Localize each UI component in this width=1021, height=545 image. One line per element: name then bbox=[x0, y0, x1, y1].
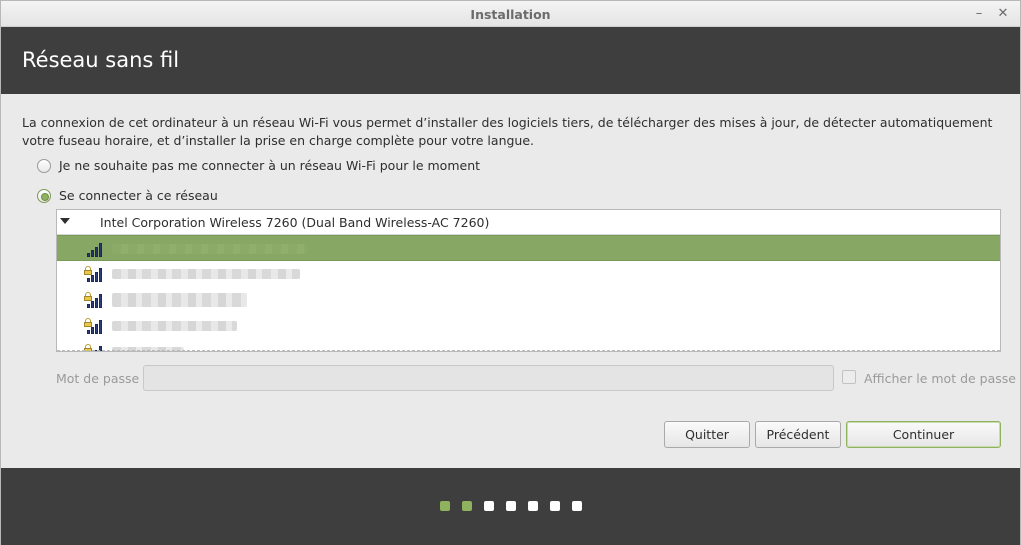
expander-arrow-icon[interactable] bbox=[60, 218, 70, 224]
lock-icon bbox=[84, 318, 92, 327]
show-password-checkbox[interactable] bbox=[842, 370, 856, 384]
connect-network-radio[interactable] bbox=[37, 188, 51, 203]
lock-icon bbox=[84, 266, 92, 275]
progress-dots bbox=[440, 501, 594, 511]
close-icon[interactable]: ✕ bbox=[993, 4, 1013, 24]
continue-button[interactable]: Continuer bbox=[846, 421, 1001, 448]
network-name-redacted bbox=[112, 321, 237, 331]
progress-step-dot bbox=[506, 501, 516, 511]
wifi-secure-icon bbox=[84, 292, 104, 308]
page-title: Réseau sans fil bbox=[22, 48, 180, 72]
network-row[interactable] bbox=[57, 235, 1000, 261]
progress-step-dot bbox=[440, 501, 450, 511]
network-row[interactable] bbox=[57, 287, 1000, 313]
no-wifi-label: Je ne souhaite pas me connecter à un rés… bbox=[59, 158, 481, 173]
installer-window: Installation – ✕ Réseau sans fil La conn… bbox=[0, 0, 1021, 545]
previous-button[interactable]: Précédent bbox=[755, 421, 841, 448]
progress-step-dot bbox=[550, 501, 560, 511]
titlebar[interactable]: Installation – ✕ bbox=[1, 1, 1020, 27]
wifi-secure-icon bbox=[84, 318, 104, 334]
progress-step-dot bbox=[462, 501, 472, 511]
network-list[interactable]: Intel Corporation Wireless 7260 (Dual Ba… bbox=[56, 209, 1001, 352]
adapter-label: Intel Corporation Wireless 7260 (Dual Ba… bbox=[100, 215, 490, 230]
network-row[interactable] bbox=[57, 261, 1000, 287]
wifi-secure-icon bbox=[84, 266, 104, 282]
lock-icon bbox=[84, 292, 92, 301]
description-text: La connexion de cet ordinateur à un rése… bbox=[22, 115, 993, 148]
page-header: Réseau sans fil bbox=[1, 27, 1020, 94]
connect-network-label: Se connecter à ce réseau bbox=[59, 188, 218, 203]
connect-network-option[interactable]: Se connecter à ce réseau bbox=[37, 188, 218, 203]
adapter-row[interactable]: Intel Corporation Wireless 7260 (Dual Ba… bbox=[57, 210, 1000, 235]
progress-step-dot bbox=[528, 501, 538, 511]
no-wifi-option[interactable]: Je ne souhaite pas me connecter à un rés… bbox=[37, 158, 480, 173]
show-password-label: Afficher le mot de passe bbox=[864, 371, 1016, 386]
window-title: Installation bbox=[470, 7, 551, 22]
list-scroll-edge bbox=[57, 350, 1000, 351]
password-label: Mot de passe : bbox=[56, 371, 148, 386]
network-name-redacted bbox=[112, 269, 300, 279]
network-name-redacted bbox=[112, 244, 307, 254]
wifi-signal-icon bbox=[84, 241, 104, 257]
network-name-redacted bbox=[112, 293, 247, 307]
progress-step-dot bbox=[572, 501, 582, 511]
quit-button[interactable]: Quitter bbox=[664, 421, 750, 448]
footer-bar bbox=[1, 468, 1020, 545]
progress-step-dot bbox=[484, 501, 494, 511]
no-wifi-radio[interactable] bbox=[37, 158, 51, 173]
password-input[interactable] bbox=[143, 365, 834, 391]
minimize-icon[interactable]: – bbox=[969, 4, 989, 24]
network-row[interactable] bbox=[57, 313, 1000, 339]
